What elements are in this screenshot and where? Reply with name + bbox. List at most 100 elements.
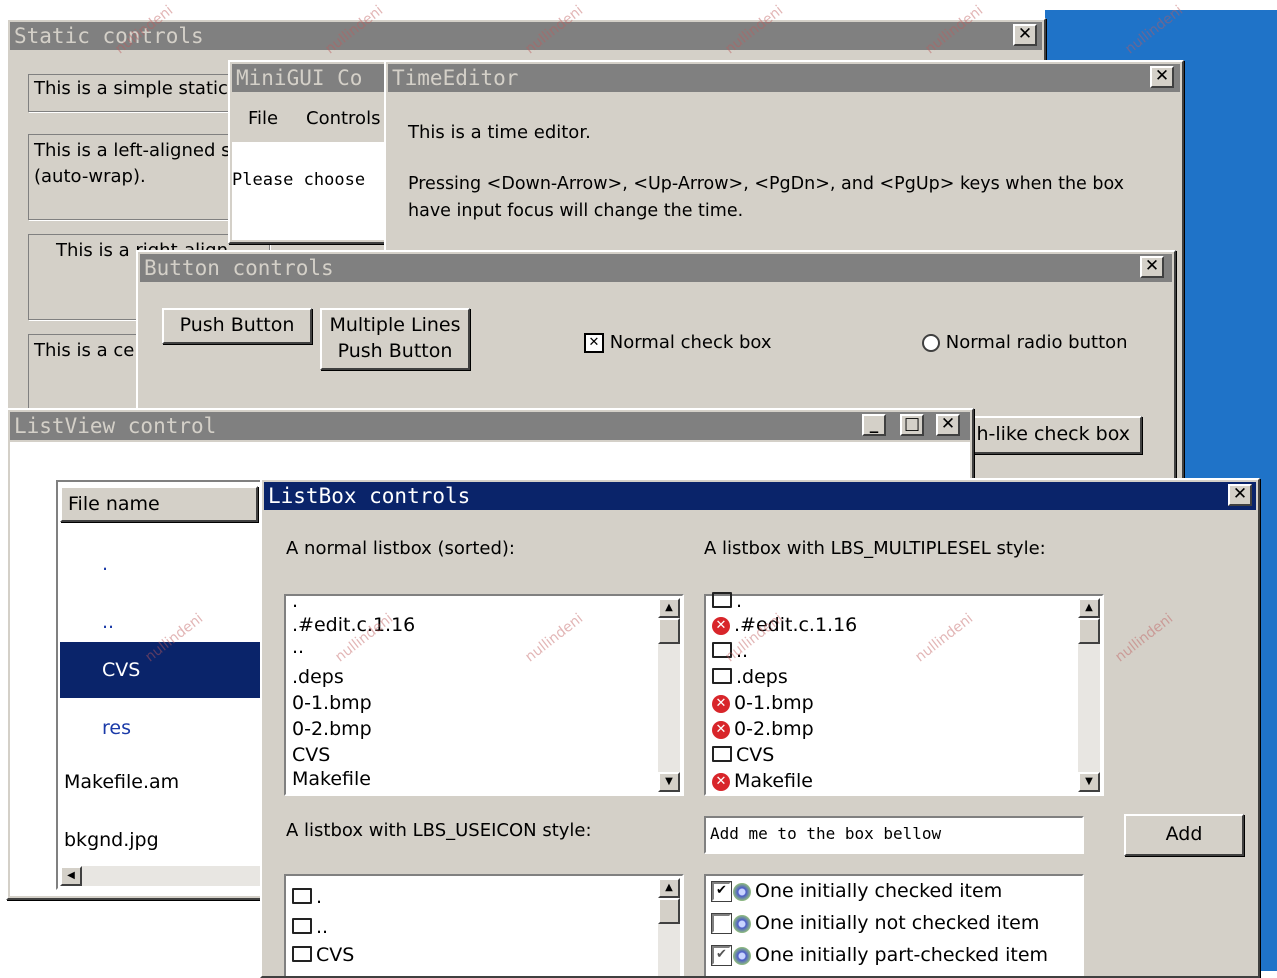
- folder-icon: [292, 917, 312, 934]
- list-item[interactable]: ..: [292, 916, 328, 938]
- error-icon: ✕: [712, 720, 730, 739]
- listview-close-button[interactable]: ✕: [936, 414, 960, 436]
- listview-maximize-button[interactable]: □: [900, 414, 924, 436]
- list-item-text: .#edit.c.1.16: [734, 614, 858, 636]
- listbox-title: ListBox controls: [268, 484, 471, 508]
- list-item[interactable]: Makefile: [292, 768, 371, 790]
- check-list-item[interactable]: One initially not checked item: [711, 912, 1040, 934]
- normal-radio-button[interactable]: Normal radio button: [922, 332, 1128, 353]
- list-item[interactable]: ✕ 0-1.bmp: [712, 692, 814, 714]
- useicon-listbox[interactable]: . .. CVS ▲: [284, 874, 684, 976]
- scroll-left-arrow-icon[interactable]: ◀: [60, 866, 82, 886]
- listview-title-bar[interactable]: ListView control: [10, 412, 970, 440]
- button-title-bar[interactable]: Button controls: [140, 254, 1172, 282]
- normal-listbox-scrollbar[interactable]: ▲ ▼: [658, 598, 680, 792]
- scroll-thumb[interactable]: [658, 618, 680, 644]
- listbox-title-bar[interactable]: ListBox controls: [264, 482, 1256, 510]
- scroll-up-arrow-icon[interactable]: ▲: [658, 598, 680, 618]
- error-icon: ✕: [712, 616, 730, 635]
- list-item[interactable]: 0-2.bmp: [292, 718, 372, 740]
- scroll-down-arrow-icon[interactable]: ▼: [1078, 772, 1100, 792]
- radio-label: Normal radio button: [945, 332, 1128, 353]
- static-text-2b: (auto-wrap).: [34, 166, 146, 187]
- timeeditor-title-bar[interactable]: TimeEditor: [388, 64, 1180, 92]
- list-item[interactable]: .#edit.c.1.16: [292, 614, 415, 636]
- folder-icon: [712, 591, 732, 608]
- list-item[interactable]: .deps: [292, 666, 344, 688]
- check-item-text: One initially not checked item: [755, 912, 1040, 934]
- list-item[interactable]: ..: [712, 640, 748, 662]
- add-item-input-value: Add me to the box bellow: [710, 824, 942, 843]
- add-item-input[interactable]: Add me to the box bellow: [704, 816, 1084, 854]
- list-item-text: .: [316, 886, 323, 908]
- list-item[interactable]: .deps: [712, 666, 788, 688]
- static-title-bar[interactable]: Static controls: [10, 22, 1042, 50]
- minigui-title-bar[interactable]: MiniGUI Co: [232, 64, 389, 92]
- check-list-item[interactable]: ✔ One initially part-checked item: [711, 944, 1049, 966]
- part-checked-checkbox-icon[interactable]: ✔: [711, 945, 732, 966]
- list-item[interactable]: CVS: [712, 744, 774, 766]
- check-item-text: One initially part-checked item: [755, 944, 1049, 966]
- menu-file[interactable]: File: [248, 108, 278, 129]
- radio-icon: [922, 334, 940, 352]
- multisel-listbox[interactable]: . ✕ .#edit.c.1.16 .. .deps ✕ 0-1.bmp ✕ 0-2.…: [704, 590, 1104, 796]
- list-item-text: Makefile: [734, 770, 813, 792]
- useicon-listbox-label: A listbox with LBS_USEICON style:: [286, 820, 592, 841]
- timeeditor-close-button[interactable]: ✕: [1150, 66, 1174, 88]
- list-item-text: ..: [316, 916, 329, 938]
- list-item[interactable]: ✕ .#edit.c.1.16: [712, 614, 857, 636]
- column-header-file-name[interactable]: File name: [60, 486, 258, 522]
- folder-icon: [712, 745, 732, 762]
- folder-icon: [712, 667, 732, 684]
- unchecked-checkbox-icon[interactable]: [711, 913, 732, 934]
- static-close-button[interactable]: ✕: [1013, 24, 1037, 46]
- list-item[interactable]: .: [292, 886, 322, 908]
- checked-checkbox-icon[interactable]: ✔: [711, 881, 732, 902]
- scroll-thumb[interactable]: [1078, 618, 1100, 644]
- normal-listbox[interactable]: . .#edit.c.1.16 .. .deps 0-1.bmp 0-2.bmp…: [284, 590, 684, 796]
- multisel-listbox-label: A listbox with LBS_MULTIPLESEL style:: [704, 538, 1046, 559]
- static-text-2: This is a left-aligned s: [34, 140, 231, 161]
- checkbox-listbox[interactable]: ✔ One initially checked item One initiall…: [704, 874, 1084, 976]
- multi-line-2: Push Button: [337, 340, 453, 362]
- check-label: Normal check box: [609, 332, 772, 353]
- static-text-1: This is a simple static: [34, 78, 228, 99]
- listbox-close-button[interactable]: ✕: [1228, 484, 1252, 506]
- list-item[interactable]: ..: [292, 636, 304, 658]
- timeeditor-title: TimeEditor: [392, 66, 519, 90]
- list-item[interactable]: ✕ Makefile: [712, 770, 813, 792]
- timeeditor-line-2: Pressing <Down-Arrow>, <Up-Arrow>, <PgDn…: [408, 174, 1125, 194]
- menu-controls[interactable]: Controls: [306, 108, 380, 129]
- minigui-prompt: Please choose: [232, 170, 366, 190]
- list-item[interactable]: CVS: [292, 744, 330, 766]
- push-button[interactable]: Push Button: [162, 308, 312, 344]
- multisel-listbox-scrollbar[interactable]: ▲ ▼: [1078, 598, 1100, 792]
- list-item[interactable]: .: [712, 590, 742, 612]
- column-header-label: File name: [68, 493, 160, 515]
- push-like-check-box[interactable]: h-like check box: [970, 416, 1142, 454]
- normal-check-box[interactable]: ✕ Normal check box: [584, 332, 772, 353]
- useicon-listbox-scrollbar[interactable]: ▲: [658, 878, 680, 976]
- list-item-text: 0-1.bmp: [734, 692, 814, 714]
- scroll-up-arrow-icon[interactable]: ▲: [658, 878, 680, 898]
- list-item[interactable]: 0-1.bmp: [292, 692, 372, 714]
- list-item-text: CVS: [316, 944, 355, 966]
- error-icon: ✕: [712, 772, 730, 791]
- listview-minimize-button[interactable]: _: [862, 414, 886, 436]
- multi-line-push-button[interactable]: Multiple Lines Push Button: [320, 308, 470, 370]
- check-list-item[interactable]: ✔ One initially checked item: [711, 880, 1002, 902]
- timeeditor-line-3: have input focus will change the time.: [408, 201, 744, 221]
- list-item[interactable]: ✕ 0-2.bmp: [712, 718, 814, 740]
- list-item[interactable]: .: [292, 590, 298, 612]
- scroll-up-arrow-icon[interactable]: ▲: [1078, 598, 1100, 618]
- add-button[interactable]: Add: [1124, 814, 1244, 856]
- list-item[interactable]: CVS: [292, 944, 354, 966]
- folder-icon: [712, 641, 732, 658]
- button-close-button[interactable]: ✕: [1140, 256, 1164, 278]
- list-item-text: CVS: [736, 744, 775, 766]
- scroll-thumb[interactable]: [658, 898, 680, 924]
- disc-icon: [733, 882, 751, 901]
- list-item-text: .: [736, 590, 743, 612]
- scroll-down-arrow-icon[interactable]: ▼: [658, 772, 680, 792]
- minigui-window: MiniGUI Co File Controls Please choose: [228, 60, 393, 244]
